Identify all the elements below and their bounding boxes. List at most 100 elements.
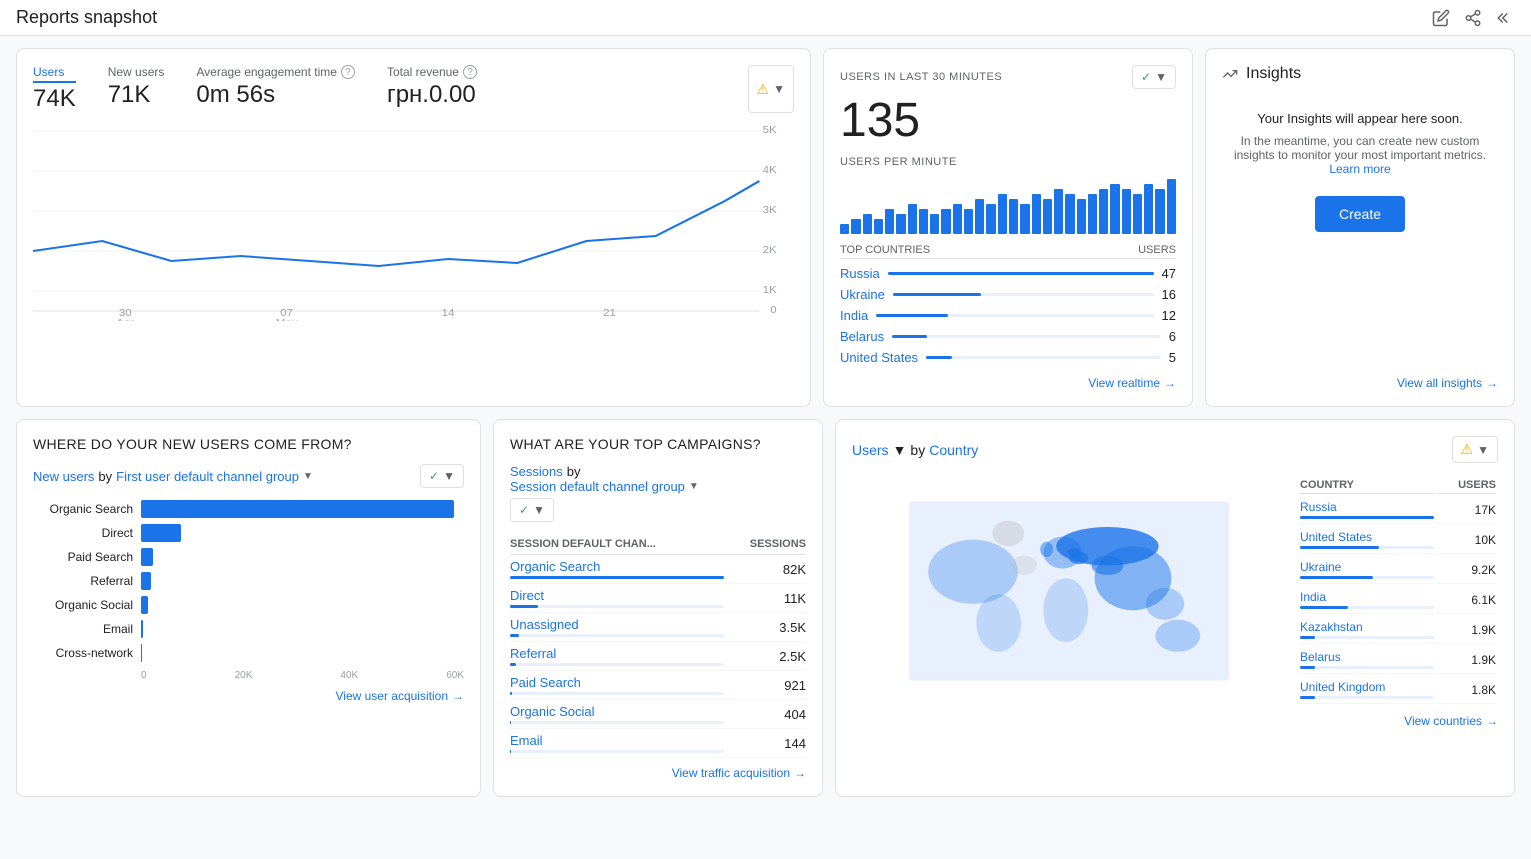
session-channel[interactable]: Email	[510, 729, 724, 758]
sessions-rows: Organic Search 82K Direct 11K Unassigned…	[510, 555, 806, 758]
realtime-bar	[998, 194, 1007, 234]
chevron-down-icon: ▼	[773, 82, 785, 96]
metric-new-users-label[interactable]: New users	[108, 65, 165, 79]
session-channel[interactable]: Organic Social	[510, 700, 724, 729]
page-title: Reports snapshot	[16, 7, 157, 28]
realtime-bar	[1088, 194, 1097, 234]
insights-header: Insights	[1222, 65, 1498, 83]
acquisition-bar-row: Organic Search	[33, 500, 464, 518]
map-country-name[interactable]: Russia	[1300, 496, 1434, 524]
realtime-header: USERS IN LAST 30 MINUTES ✓ ▼	[840, 65, 1176, 89]
view-realtime-link[interactable]: View realtime →	[840, 376, 1176, 390]
session-channel[interactable]: Paid Search	[510, 671, 724, 700]
acquisition-status-btn[interactable]: ✓ ▼	[420, 464, 464, 488]
insights-card: Insights Your Insights will appear here …	[1205, 48, 1515, 407]
insights-trend-icon	[1222, 66, 1238, 82]
map-country-value: 10K	[1436, 526, 1496, 554]
map-header: Users ▼ by Country ⚠ ▼	[852, 436, 1498, 463]
metric-engagement: Average engagement time ? 0m 56s	[196, 65, 355, 113]
map-country-name[interactable]: Belarus	[1300, 646, 1434, 674]
country-name[interactable]: United States	[840, 350, 918, 365]
map-country-value: 1.8K	[1436, 676, 1496, 704]
users-map-label[interactable]: Users	[852, 442, 889, 458]
users-per-minute-label: USERS PER MINUTE	[840, 156, 1176, 168]
session-value: 2.5K	[724, 642, 806, 671]
realtime-bar	[1155, 189, 1164, 234]
session-value: 144	[724, 729, 806, 758]
map-table-bar-fill	[1300, 636, 1315, 639]
realtime-status-btn[interactable]: ✓ ▼	[1132, 65, 1176, 89]
map-country-row: United States 10K	[1300, 526, 1496, 554]
country-count: 47	[1162, 266, 1176, 281]
country-name[interactable]: India	[840, 308, 868, 323]
realtime-bar	[840, 224, 849, 234]
svg-text:0: 0	[770, 305, 776, 316]
session-bar	[510, 576, 724, 579]
country-name[interactable]: Belarus	[840, 329, 884, 344]
map-alert-button[interactable]: ⚠ ▼	[1452, 436, 1498, 463]
map-country-name[interactable]: Ukraine	[1300, 556, 1434, 584]
insights-soon-text: Your Insights will appear here soon.	[1257, 111, 1462, 126]
engagement-info-icon[interactable]: ?	[341, 65, 355, 79]
country-map-label[interactable]: Country	[929, 442, 978, 458]
session-bar-wrap	[510, 634, 724, 637]
country-row: India 12	[840, 305, 1176, 326]
acquisition-section-title: WHERE DO YOUR NEW USERS COME FROM?	[33, 436, 464, 452]
insights-content: Your Insights will appear here soon. In …	[1222, 95, 1498, 390]
map-country-name[interactable]: United Kingdom	[1300, 676, 1434, 704]
map-country-name[interactable]: United States	[1300, 526, 1434, 554]
create-button[interactable]: Create	[1315, 196, 1405, 232]
session-channel[interactable]: Referral	[510, 642, 724, 671]
session-bar	[510, 663, 516, 666]
countries-table-header: TOP COUNTRIES USERS	[840, 242, 1176, 259]
realtime-bar	[1099, 189, 1108, 234]
realtime-bar	[930, 214, 939, 234]
sessions-table: SESSION DEFAULT CHAN... SESSIONS Organic…	[510, 534, 806, 758]
acquisition-bar-track	[141, 620, 464, 638]
map-country-name[interactable]: Kazakhstan	[1300, 616, 1434, 644]
country-bar	[892, 335, 927, 338]
learn-more-link[interactable]: Learn more	[1329, 162, 1390, 176]
country-row: Belarus 6	[840, 326, 1176, 347]
realtime-bar	[851, 219, 860, 234]
arrow-right-icon: →	[1486, 376, 1498, 390]
share-icon[interactable]	[1463, 8, 1483, 28]
acquisition-bar-track	[141, 500, 464, 518]
acquisition-bar-fill	[141, 500, 454, 518]
users-col: USERS	[1138, 244, 1176, 256]
session-channel-label[interactable]: Session default channel group	[510, 479, 685, 494]
map-country-row: Belarus 1.9K	[1300, 646, 1496, 674]
world-map-svg	[909, 491, 1229, 691]
session-channel[interactable]: Organic Search	[510, 555, 724, 584]
session-bar	[510, 605, 538, 608]
acquisition-filter-label[interactable]: New users by First user default channel …	[33, 469, 313, 484]
realtime-bar	[908, 204, 917, 234]
map-country-name[interactable]: India	[1300, 586, 1434, 614]
acquisition-bar-fill	[141, 620, 143, 638]
view-all-insights-link[interactable]: View all insights →	[1222, 368, 1498, 390]
view-user-acquisition-link[interactable]: View user acquisition →	[33, 689, 464, 703]
revenue-info-icon[interactable]: ?	[463, 65, 477, 79]
view-traffic-acquisition-link[interactable]: View traffic acquisition →	[510, 766, 806, 780]
session-row: Organic Social 404	[510, 700, 806, 729]
country-name[interactable]: Ukraine	[840, 287, 885, 302]
svg-text:14: 14	[442, 308, 455, 319]
main-content: Users 74K New users 71K Average engageme…	[0, 36, 1531, 809]
edit-icon[interactable]	[1431, 8, 1451, 28]
campaigns-status-btn[interactable]: ✓ ▼	[510, 498, 554, 522]
realtime-bar	[1110, 184, 1119, 234]
alert-button[interactable]: ⚠ ▼	[748, 65, 794, 113]
session-channel[interactable]: Unassigned	[510, 613, 724, 642]
country-name[interactable]: Russia	[840, 266, 880, 281]
view-countries-link[interactable]: View countries →	[852, 714, 1498, 728]
acquisition-bar-row: Direct	[33, 524, 464, 542]
session-channel[interactable]: Direct	[510, 584, 724, 613]
header-actions	[1431, 8, 1515, 28]
sessions-col-header: SESSIONS	[724, 534, 806, 555]
country-count: 6	[1169, 329, 1176, 344]
more-icon[interactable]	[1495, 8, 1515, 28]
realtime-value: 135	[840, 93, 1176, 148]
sessions-label[interactable]: Sessions	[510, 464, 563, 479]
acquisition-bar-label: Direct	[33, 526, 133, 540]
metric-users-label[interactable]: Users	[33, 65, 76, 83]
